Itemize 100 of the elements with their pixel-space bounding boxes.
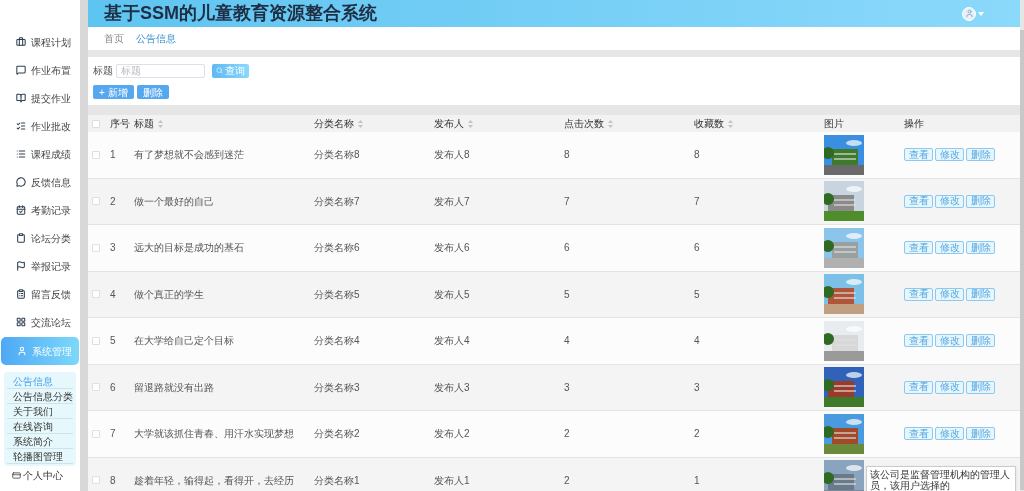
checkbox[interactable]: [92, 197, 100, 206]
sort-icon[interactable]: [158, 119, 163, 128]
column-header[interactable]: 点击次数: [564, 116, 613, 131]
sidebar-item[interactable]: 交流论坛: [0, 308, 80, 336]
sidebar-item[interactable]: 作业批改: [0, 112, 80, 140]
column-header: 图片: [824, 117, 844, 131]
sidebar-item[interactable]: 作业布置: [0, 56, 80, 84]
search-button[interactable]: 查询: [212, 63, 249, 78]
sidebar-footer-link[interactable]: 个人中心: [23, 468, 63, 483]
submenu-item[interactable]: 轮播图管理: [7, 449, 73, 464]
delete-button[interactable]: 删除: [136, 85, 169, 99]
row-action-button[interactable]: 修改: [935, 148, 964, 162]
app-title: 基于SSM的儿童教育资源整合系统: [104, 2, 377, 25]
breadcrumb-link[interactable]: 首页: [104, 31, 124, 46]
sort-icon[interactable]: [608, 119, 613, 128]
table-cell-text: 4: [564, 334, 571, 349]
sort-icon[interactable]: [358, 119, 363, 128]
tooltip: 该公司是监督管理机构的管理人员，该用户选择的: [866, 466, 1016, 491]
row-action-button[interactable]: 查看: [904, 194, 933, 208]
table-cell-text: 有了梦想就不会感到迷茫: [134, 148, 245, 163]
table-cell-text: 2: [110, 194, 117, 209]
sidebar-item[interactable]: 留言反馈: [0, 280, 80, 308]
table-cell-text: 发布人8: [434, 148, 471, 163]
submenu-item[interactable]: 公告信息分类: [7, 389, 73, 404]
checkbox[interactable]: [92, 429, 100, 438]
list-icon: [16, 149, 26, 159]
row-action-button[interactable]: 修改: [935, 380, 964, 394]
row-action-button[interactable]: 查看: [904, 380, 933, 394]
table-cell-text: 8: [564, 148, 571, 163]
table-cell-text: 1: [110, 148, 117, 163]
table-cell-text: 6: [564, 241, 571, 256]
column-header: 序号: [110, 117, 130, 131]
sidebar-item[interactable]: 课程计划: [0, 28, 80, 56]
row-action-button[interactable]: 修改: [935, 287, 964, 301]
table-cell-text: 分类名称6: [314, 241, 361, 256]
checkbox[interactable]: [92, 119, 100, 128]
briefcase-icon: [16, 37, 26, 47]
row-action-button[interactable]: 查看: [904, 427, 933, 441]
column-header[interactable]: 分类名称: [314, 116, 363, 131]
sidebar-item[interactable]: 课程成绩: [0, 140, 80, 168]
checkbox[interactable]: [92, 290, 100, 299]
sidebar-item[interactable]: 考勤记录: [0, 196, 80, 224]
table-cell-text: 5: [564, 287, 571, 302]
table-cell-text: 分类名称7: [314, 194, 361, 209]
search-field[interactable]: 标题: [116, 63, 205, 78]
table-cell-text: 分类名称4: [314, 334, 361, 349]
breadcrumb-link[interactable]: 公告信息: [136, 31, 176, 46]
row-action-button[interactable]: 修改: [935, 427, 964, 441]
table-cell-text: 分类名称1: [314, 473, 361, 488]
submenu-item[interactable]: 公告信息: [7, 374, 73, 389]
add-button[interactable]: + 新增: [93, 85, 134, 99]
checkbox[interactable]: [92, 243, 100, 252]
row-action-button[interactable]: 删除: [966, 334, 995, 348]
checkbox[interactable]: [92, 336, 100, 345]
table-cell-text: 发布人6: [434, 241, 471, 256]
submenu-item[interactable]: 在线咨询: [7, 419, 73, 434]
row-action-button[interactable]: 查看: [904, 334, 933, 348]
row-action-button[interactable]: 修改: [935, 194, 964, 208]
grid-icon: [16, 317, 26, 327]
caret-icon[interactable]: [978, 11, 984, 16]
row-action-button[interactable]: 查看: [904, 148, 933, 162]
table-cell-text: 分类名称3: [314, 380, 361, 395]
row-action-button[interactable]: 删除: [966, 380, 995, 394]
table-cell-text: 留退路就没有出路: [134, 380, 215, 395]
checkbox[interactable]: [92, 476, 100, 485]
clipboard-icon: [16, 233, 26, 243]
row-action-button[interactable]: 查看: [904, 241, 933, 255]
row-action-button[interactable]: 删除: [966, 148, 995, 162]
row-action-button[interactable]: 修改: [935, 334, 964, 348]
row-action-button[interactable]: 删除: [966, 241, 995, 255]
table-cell-text: 分类名称2: [314, 427, 361, 442]
table-cell-text: 趁着年轻，输得起，看得开，去经历: [134, 473, 295, 488]
submenu-item[interactable]: 关于我们: [7, 404, 73, 419]
sidebar-item[interactable]: 系统管理: [1, 337, 79, 365]
row-action-button[interactable]: 查看: [904, 287, 933, 301]
avatar[interactable]: [962, 6, 976, 21]
sidebar-item[interactable]: 反馈信息: [0, 168, 80, 196]
sidebar-item[interactable]: 论坛分类: [0, 224, 80, 252]
checkbox[interactable]: [92, 150, 100, 159]
table-cell-text: 发布人4: [434, 334, 471, 349]
column-header[interactable]: 收藏数: [694, 116, 733, 131]
scrollbar[interactable]: [1020, 30, 1024, 490]
submenu-item[interactable]: 系统简介: [7, 434, 73, 449]
search-label: 标题: [93, 64, 113, 78]
table-cell-text: 3: [110, 241, 117, 256]
row-action-button[interactable]: 修改: [935, 241, 964, 255]
table-cell-text: 6: [110, 380, 117, 395]
row-action-button[interactable]: 删除: [966, 194, 995, 208]
sort-icon[interactable]: [468, 119, 473, 128]
column-header[interactable]: 标题: [134, 116, 163, 131]
sidebar-item[interactable]: 提交作业: [0, 84, 80, 112]
checkbox[interactable]: [92, 383, 100, 392]
sidebar-item[interactable]: 举报记录: [0, 252, 80, 280]
row-action-button[interactable]: 删除: [966, 287, 995, 301]
sort-icon[interactable]: [728, 119, 733, 128]
table-cell-text: 在大学给自己定个目标: [134, 334, 235, 349]
column-header[interactable]: 发布人: [434, 116, 473, 131]
row-action-button[interactable]: 删除: [966, 427, 995, 441]
table-cell-text: 4: [110, 287, 117, 302]
table-cell-text: 5: [110, 334, 117, 349]
